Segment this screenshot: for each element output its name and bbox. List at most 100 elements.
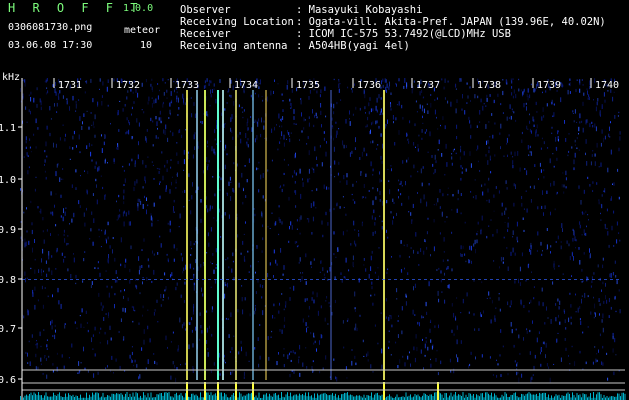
noise-speck [109, 325, 111, 330]
noise-speck [391, 324, 393, 328]
noise-speck [401, 330, 403, 335]
noise-speck [530, 377, 532, 383]
noise-speck [290, 350, 292, 353]
noise-speck [128, 210, 130, 215]
noise-speck [434, 154, 436, 160]
carrier-dash [322, 279, 325, 280]
noise-speck [277, 83, 279, 85]
noise-speck [441, 211, 443, 217]
meteor-echo [186, 90, 188, 380]
noise-speck [361, 221, 363, 223]
noise-speck [365, 125, 367, 128]
noise-speck [601, 129, 603, 134]
noise-speck [114, 293, 116, 296]
noise-speck [303, 117, 305, 122]
noise-speck [211, 146, 213, 152]
noise-speck [207, 208, 209, 213]
noise-speck [78, 370, 80, 374]
noise-speck [43, 329, 45, 331]
noise-speck [171, 272, 173, 276]
noise-speck [541, 137, 543, 140]
noise-speck [339, 180, 341, 183]
noise-speck [89, 238, 91, 240]
noise-speck [158, 171, 160, 174]
noise-speck [389, 189, 391, 195]
noise-speck [601, 204, 603, 209]
noise-speck [413, 164, 415, 169]
x-tick-label: 1740 [595, 80, 619, 91]
noise-speck [206, 252, 208, 254]
noise-speck [147, 204, 149, 207]
noise-speck [548, 366, 549, 369]
noise-speck [181, 134, 183, 138]
baseline-spike [233, 393, 234, 400]
noise-speck [211, 333, 213, 337]
noise-speck [139, 265, 141, 270]
noise-speck [203, 85, 205, 89]
noise-speck [336, 202, 338, 205]
noise-speck [320, 89, 322, 94]
noise-speck [308, 150, 310, 156]
noise-speck [587, 176, 589, 179]
baseline-spike [374, 394, 375, 400]
noise-speck [604, 188, 606, 193]
noise-speck [417, 192, 418, 194]
noise-speck [569, 363, 571, 365]
noise-speck [179, 317, 181, 323]
noise-speck [531, 376, 533, 380]
noise-speck [512, 156, 514, 158]
noise-speck [393, 121, 394, 124]
noise-speck [589, 123, 591, 128]
noise-speck [500, 103, 502, 106]
noise-speck [450, 370, 452, 373]
noise-speck [578, 149, 580, 151]
baseline-spike [489, 395, 491, 400]
noise-speck [615, 310, 617, 313]
noise-speck [335, 256, 337, 258]
noise-speck [55, 82, 56, 87]
noise-speck [299, 232, 301, 235]
noise-speck [379, 190, 381, 196]
baseline-spike [563, 395, 564, 400]
noise-speck [527, 88, 529, 93]
noise-speck [363, 258, 365, 261]
noise-speck [583, 229, 585, 234]
noise-speck [393, 216, 394, 219]
noise-speck [248, 271, 250, 273]
noise-speck [550, 319, 552, 324]
noise-speck [596, 353, 598, 355]
noise-speck [390, 165, 392, 167]
noise-speck [557, 298, 559, 302]
baseline-spike [290, 392, 291, 400]
noise-speck [337, 172, 339, 176]
noise-speck [526, 125, 528, 130]
noise-speck [181, 324, 183, 329]
noise-speck [543, 212, 544, 216]
noise-speck [446, 267, 448, 270]
noise-speck [131, 136, 133, 140]
noise-speck [347, 86, 349, 89]
noise-speck [351, 90, 353, 93]
noise-speck [157, 321, 159, 323]
baseline-spike [564, 395, 566, 400]
noise-speck [224, 293, 226, 299]
noise-speck [133, 186, 135, 192]
noise-speck [492, 134, 494, 139]
noise-speck [374, 293, 376, 296]
noise-speck [377, 144, 379, 146]
noise-speck [574, 109, 576, 114]
noise-speck [46, 229, 48, 232]
noise-speck [321, 162, 323, 167]
noise-speck [200, 218, 202, 223]
noise-speck [551, 132, 553, 134]
noise-speck [565, 138, 567, 142]
baseline-spike [296, 394, 297, 400]
noise-speck [208, 160, 210, 163]
noise-speck [334, 176, 336, 178]
noise-speck [362, 339, 364, 343]
noise-speck [390, 315, 392, 320]
noise-speck [137, 154, 139, 159]
noise-speck [434, 109, 436, 115]
noise-speck [228, 181, 230, 186]
noise-speck [47, 295, 49, 298]
